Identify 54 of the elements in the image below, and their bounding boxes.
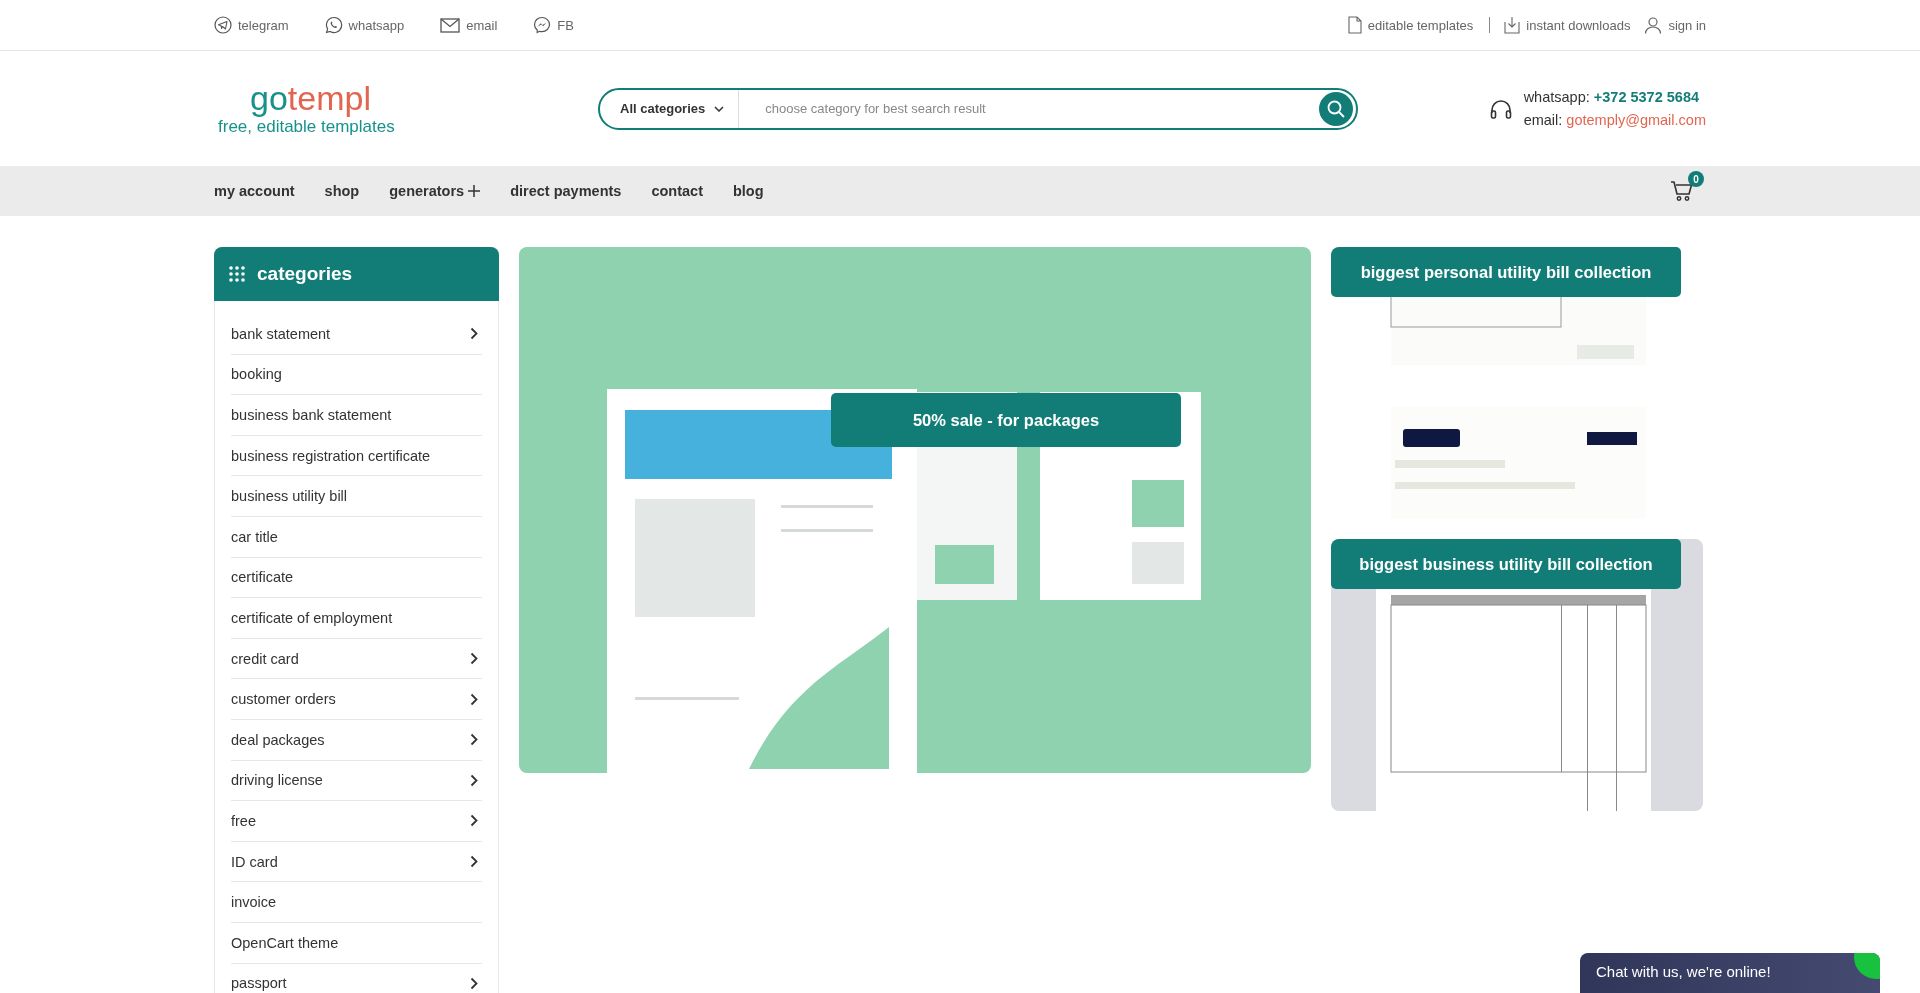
- nav-link[interactable]: contact: [651, 183, 703, 199]
- category-item[interactable]: ID card: [231, 841, 482, 883]
- cart-icon[interactable]: [1670, 180, 1694, 202]
- category-item[interactable]: invoice: [231, 882, 482, 923]
- telegram-icon: [214, 16, 232, 34]
- search-field[interactable]: All categories choose category for best search result: [598, 87, 1358, 130]
- info-link[interactable]: sign in: [1644, 16, 1706, 34]
- whatsapp-icon: [324, 16, 343, 34]
- download-icon: [1504, 16, 1521, 34]
- messenger-icon: [533, 16, 552, 34]
- search-icon: [1326, 98, 1346, 119]
- category-item[interactable]: booking: [231, 354, 482, 396]
- chevron-down-icon: [714, 105, 725, 112]
- promo-label[interactable]: biggest personal utility bill collection: [1331, 247, 1681, 297]
- nav-link[interactable]: blog: [733, 183, 764, 199]
- category-item[interactable]: business bank statement: [231, 395, 482, 436]
- category-item[interactable]: customer orders: [231, 679, 482, 720]
- phone-number-link[interactable]: +372 5372 5684: [1593, 88, 1699, 105]
- email-icon: [440, 17, 461, 33]
- info-link[interactable]: editable templates: [1347, 16, 1474, 34]
- category-item[interactable]: deal packages: [231, 719, 482, 761]
- contact-label: email:: [1523, 111, 1563, 128]
- category-item[interactable]: credit card: [231, 638, 482, 680]
- sale-banner-label[interactable]: 50% sale - for packages: [831, 393, 1181, 447]
- category-item[interactable]: car title: [231, 516, 482, 558]
- chat-widget[interactable]: Chat with us, we're online!: [1580, 953, 1880, 993]
- contact-label: whatsapp:: [1523, 88, 1590, 105]
- category-item[interactable]: driving license: [231, 760, 482, 802]
- social-link[interactable]: whatsapp: [324, 16, 405, 34]
- category-item[interactable]: certificate: [231, 557, 482, 599]
- cart-count-badge: 0: [1688, 171, 1704, 187]
- info-link[interactable]: instant downloads: [1504, 16, 1631, 34]
- nav-link[interactable]: shop: [324, 183, 360, 199]
- site-logo[interactable]: gotempl free, editable templates: [214, 80, 598, 137]
- document-icon: [1347, 16, 1362, 34]
- categories-title: categories: [257, 263, 353, 285]
- social-link[interactable]: telegram: [214, 16, 289, 34]
- search-button[interactable]: [1319, 91, 1353, 126]
- category-item[interactable]: free: [231, 801, 482, 842]
- grid-icon: [229, 266, 245, 282]
- user-icon: [1644, 16, 1663, 34]
- promo-label[interactable]: biggest business utility bill collection: [1331, 539, 1681, 589]
- nav-link[interactable]: generators: [389, 183, 481, 199]
- category-item[interactable]: OpenCart theme: [231, 922, 482, 964]
- category-item[interactable]: business utility bill: [231, 476, 482, 517]
- category-item[interactable]: bank statement: [231, 314, 482, 355]
- headphones-icon: [1489, 98, 1512, 119]
- category-item[interactable]: passport: [231, 963, 482, 993]
- category-item[interactable]: business registration certificate: [231, 435, 482, 477]
- social-link[interactable]: email: [440, 17, 498, 33]
- nav-link[interactable]: direct payments: [510, 183, 622, 199]
- nav-link[interactable]: my account: [214, 183, 295, 199]
- social-link[interactable]: FB: [533, 16, 574, 34]
- category-item[interactable]: certificate of employment: [231, 598, 482, 639]
